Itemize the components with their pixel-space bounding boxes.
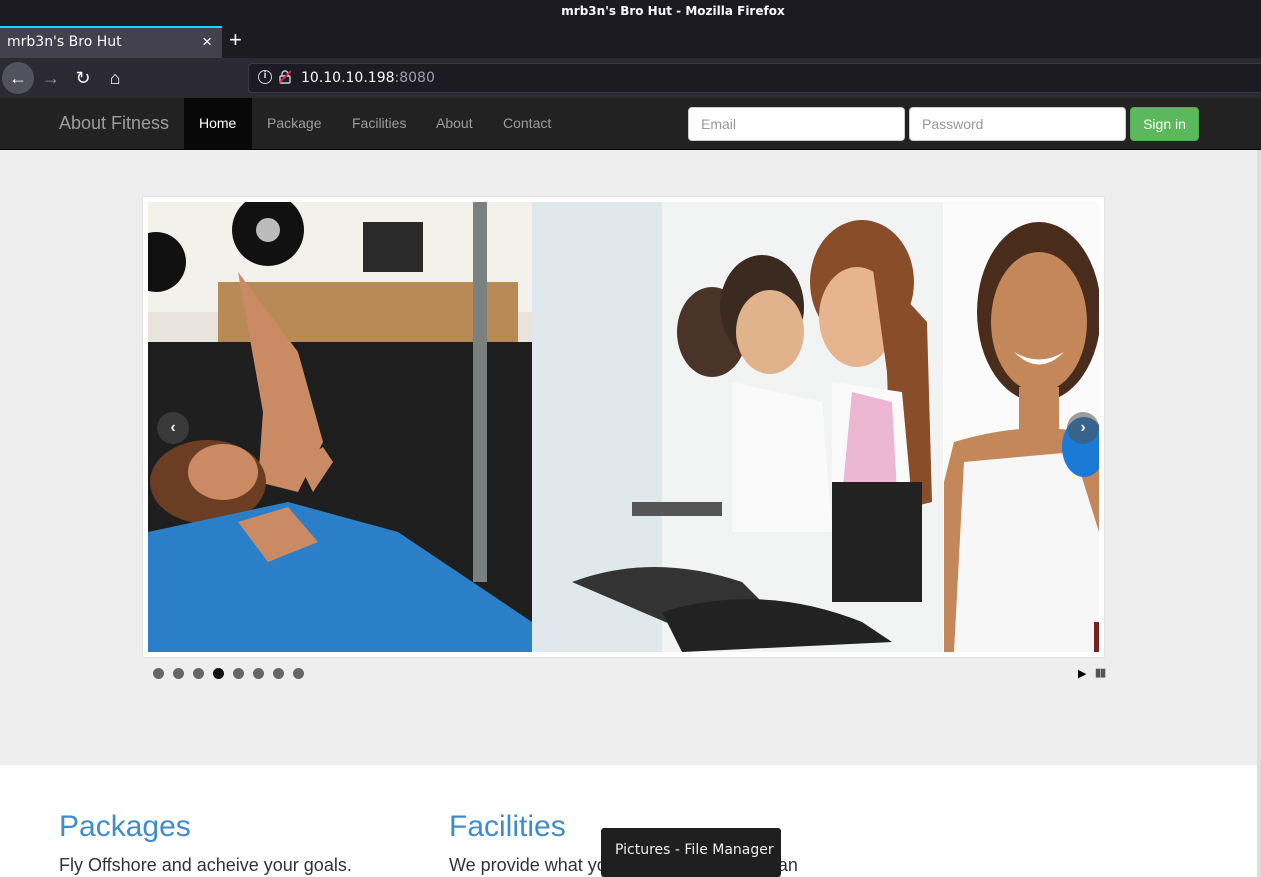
page-scrollbar[interactable]	[1257, 150, 1261, 877]
back-icon[interactable]: ←	[2, 62, 34, 94]
slider-dot[interactable]	[233, 668, 244, 679]
password-field[interactable]	[909, 107, 1126, 141]
packages-text: Fly Offshore and acheive your goals.	[59, 855, 352, 875]
play-icon[interactable]: ▶	[1078, 667, 1086, 680]
taskbar-tooltip: Pictures - File Manager	[601, 828, 781, 877]
browser-toolbar: ← → ↻ ⌂ i 10.10.10.198:8080	[0, 58, 1261, 98]
slider-dot[interactable]	[273, 668, 284, 679]
slider-dot-active[interactable]	[213, 668, 224, 679]
slide-image-spin-class	[532, 202, 943, 652]
packages-heading: Packages	[59, 810, 191, 843]
nav-home[interactable]: Home	[184, 98, 252, 149]
facilities-heading: Facilities	[449, 810, 566, 843]
slider-dot[interactable]	[293, 668, 304, 679]
site-navbar: About Fitness Home Package Facilities Ab…	[0, 98, 1261, 150]
email-field[interactable]	[688, 107, 905, 141]
address-bar[interactable]: i 10.10.10.198:8080	[248, 63, 1261, 93]
url-text: 10.10.10.198:8080	[301, 70, 435, 86]
slider-dot[interactable]	[193, 668, 204, 679]
nav-package[interactable]: Package	[252, 98, 336, 149]
site-info-icon[interactable]: i	[258, 70, 272, 84]
slider-dot[interactable]	[153, 668, 164, 679]
slider-dot[interactable]	[173, 668, 184, 679]
site-brand[interactable]: About Fitness	[59, 113, 169, 134]
close-tab-icon[interactable]: ×	[202, 32, 212, 52]
tab-strip: mrb3n's Bro Hut × +	[0, 26, 1261, 58]
nav-facilities[interactable]: Facilities	[337, 98, 421, 149]
nav-contact[interactable]: Contact	[488, 98, 566, 149]
pause-icon[interactable]: ▮▮	[1095, 666, 1106, 679]
image-slider	[143, 197, 1104, 657]
window-title: mrb3n's Bro Hut - Mozilla Firefox	[561, 4, 785, 18]
tab-label: mrb3n's Bro Hut	[7, 34, 122, 50]
url-host: 10.10.10.198	[301, 70, 395, 86]
window-titlebar: mrb3n's Bro Hut - Mozilla Firefox	[0, 0, 1261, 26]
hero-section: ‹ › ▶ ▮▮	[0, 150, 1261, 765]
reload-icon[interactable]: ↻	[67, 62, 99, 94]
signin-button[interactable]: Sign in	[1130, 107, 1199, 141]
slider-dot[interactable]	[253, 668, 264, 679]
url-port: :8080	[394, 70, 435, 86]
forward-icon[interactable]: →	[35, 62, 67, 94]
insecure-lock-icon[interactable]	[279, 70, 291, 84]
slide-image-bench-press	[148, 202, 532, 652]
home-icon[interactable]: ⌂	[99, 62, 131, 94]
nav-about[interactable]: About	[421, 98, 488, 149]
slider-prev-icon[interactable]: ‹	[157, 412, 189, 444]
slider-next-icon[interactable]: ›	[1067, 412, 1099, 444]
page-content: About Fitness Home Package Facilities Ab…	[0, 98, 1261, 877]
new-tab-icon[interactable]: +	[229, 27, 242, 53]
browser-tab[interactable]: mrb3n's Bro Hut ×	[0, 26, 222, 58]
